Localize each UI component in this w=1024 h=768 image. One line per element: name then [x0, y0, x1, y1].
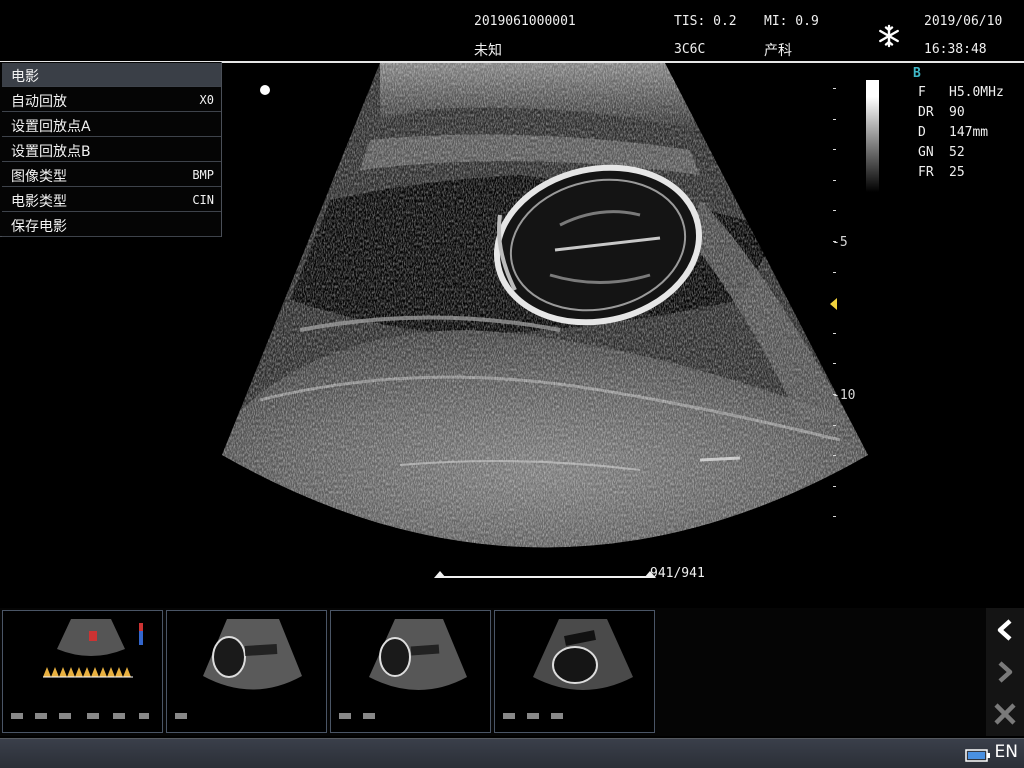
snowflake-icon: [877, 24, 901, 52]
cine-menu-title: 电影: [2, 63, 221, 87]
grayscale-bar: [866, 80, 879, 192]
thumbnail-4[interactable]: [494, 610, 655, 733]
close-icon[interactable]: [986, 693, 1024, 735]
param-freq-key: F: [918, 85, 926, 100]
menu-item-label: 设置回放点B: [11, 144, 91, 160]
menu-item-auto-play[interactable]: 自动回放 X0: [2, 88, 221, 112]
depth-tick: [833, 271, 836, 273]
depth-tick: [833, 424, 836, 426]
depth-label-5: -5: [832, 235, 848, 250]
menu-item-label: 自动回放: [11, 94, 67, 110]
menu-item-label: 图像类型: [11, 169, 67, 185]
depth-tick: [833, 332, 836, 334]
language-indicator[interactable]: EN: [995, 742, 1018, 762]
probe-name: 3C6C: [674, 42, 706, 57]
menu-item-set-point-b[interactable]: 设置回放点B: [2, 138, 221, 162]
param-gain-key: GN: [918, 145, 934, 160]
status-bar: EN: [0, 738, 1024, 768]
menu-item-label: 电影类型: [11, 194, 67, 210]
depth-tick: [833, 363, 836, 365]
menu-item-set-point-a[interactable]: 设置回放点A: [2, 113, 221, 137]
menu-item-value: X0: [199, 93, 214, 107]
patient-name: 未知: [474, 43, 502, 59]
depth-tick: [833, 118, 836, 120]
menu-item-label: 设置回放点A: [11, 119, 91, 135]
focus-marker: [830, 298, 837, 310]
tis-value: TIS: 0.2: [674, 14, 737, 29]
depth-tick: [833, 179, 836, 181]
param-fr-value: 25: [949, 165, 965, 180]
chevron-right-icon[interactable]: [986, 651, 1024, 693]
cine-frame-counter: 941/941: [650, 566, 705, 581]
depth-tick: [833, 485, 836, 487]
exam-type: 产科: [764, 43, 792, 59]
depth-tick: [833, 455, 836, 457]
menu-item-label: 保存电影: [11, 219, 67, 235]
patient-id: 2019061000001: [474, 14, 576, 29]
cine-progress-bar[interactable]: [440, 576, 650, 578]
param-dr-value: 90: [949, 105, 965, 120]
orientation-marker: [260, 85, 270, 95]
depth-tick: [833, 88, 836, 89]
param-depth-key: D: [918, 125, 926, 140]
param-freq-value: H5.0MHz: [949, 85, 1004, 100]
exam-date: 2019/06/10: [924, 14, 1003, 29]
depth-tick: [833, 149, 836, 151]
imaging-mode-label: B: [913, 66, 921, 81]
thumbnail-strip: [0, 608, 986, 736]
menu-item-save-cine[interactable]: 保存电影: [2, 213, 221, 237]
thumbnail-3[interactable]: [330, 610, 491, 733]
param-dr-key: DR: [918, 105, 934, 120]
cine-start-marker[interactable]: [434, 571, 446, 578]
chevron-left-icon[interactable]: [986, 609, 1024, 651]
battery-icon: [965, 747, 991, 766]
param-fr-key: FR: [918, 165, 934, 180]
param-gain-value: 52: [949, 145, 965, 160]
mi-value: MI: 0.9: [764, 14, 819, 29]
menu-item-value: CIN: [192, 193, 214, 207]
cine-menu: 电影 自动回放 X0 设置回放点A 设置回放点B 图像类型 BMP 电影类型 C…: [0, 62, 222, 237]
menu-item-cine-type[interactable]: 电影类型 CIN: [2, 188, 221, 212]
exam-time: 16:38:48: [924, 42, 987, 57]
param-depth-value: 147mm: [949, 125, 989, 140]
depth-tick: [833, 210, 836, 212]
thumbnail-1[interactable]: [2, 610, 163, 733]
thumbnail-nav: [986, 608, 1024, 736]
depth-tick: [833, 516, 836, 518]
thumbnail-2[interactable]: [166, 610, 327, 733]
cine-menu-title-label: 电影: [11, 69, 39, 85]
menu-item-image-type[interactable]: 图像类型 BMP: [2, 163, 221, 187]
depth-label-10: -10: [832, 388, 856, 403]
menu-item-value: BMP: [192, 168, 214, 182]
